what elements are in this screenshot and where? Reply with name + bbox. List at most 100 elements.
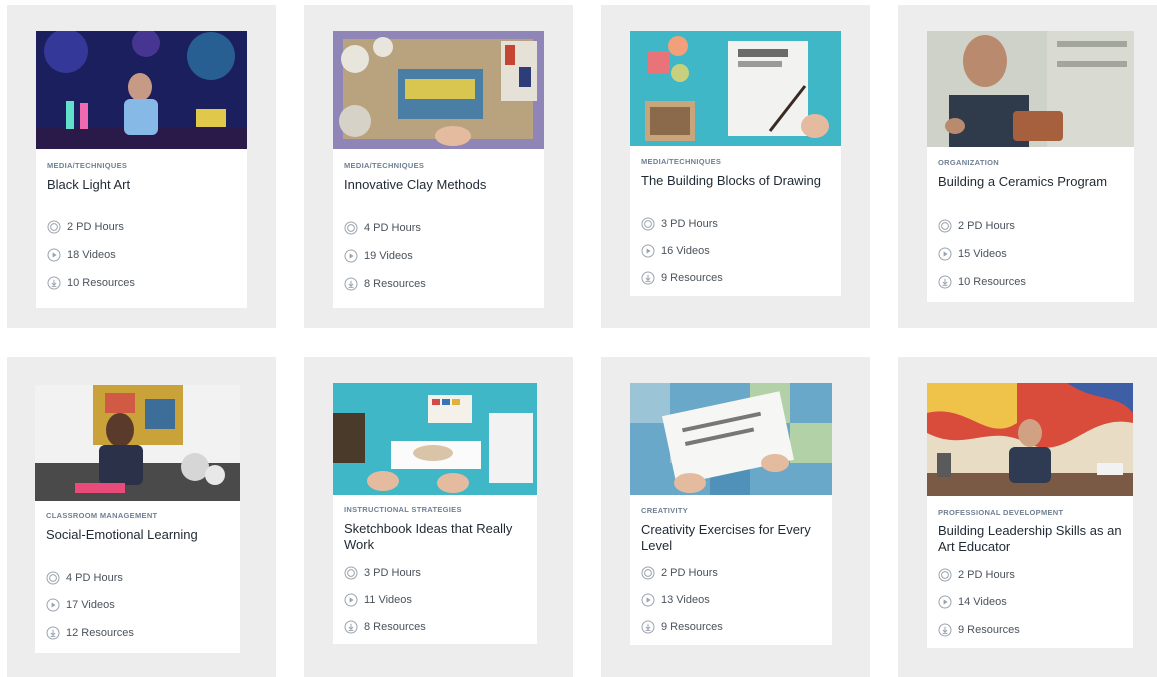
play-icon xyxy=(344,593,358,607)
video-count-label: 18 Videos xyxy=(67,249,116,261)
video-count-label: 15 Videos xyxy=(958,248,1007,260)
play-icon xyxy=(938,595,952,609)
course-thumbnail[interactable] xyxy=(333,31,544,149)
course-title[interactable]: Creativity Exercises for Every Level xyxy=(641,522,833,554)
course-card[interactable]: MEDIA/TECHNIQUES Innovative Clay Methods… xyxy=(333,31,544,308)
resource-count-label: 8 Resources xyxy=(364,621,426,633)
pd-hours-label: 4 PD Hours xyxy=(364,222,421,234)
pd-hours-label: 3 PD Hours xyxy=(364,567,421,579)
course-card[interactable]: CLASSROOM MANAGEMENT Social-Emotional Le… xyxy=(35,385,240,653)
resource-count-label: 8 Resources xyxy=(364,278,426,290)
course-thumbnail[interactable] xyxy=(333,383,537,495)
resource-count: 9 Resources xyxy=(938,623,1020,637)
course-category: MEDIA/TECHNIQUES xyxy=(344,161,425,170)
play-icon xyxy=(46,598,60,612)
pd-hours: 2 PD Hours xyxy=(47,220,124,234)
course-tile: CREATIVITY Creativity Exercises for Ever… xyxy=(601,357,870,677)
course-card[interactable]: MEDIA/TECHNIQUES Black Light Art 2 PD Ho… xyxy=(36,31,247,308)
badge-icon xyxy=(938,568,952,582)
pd-hours-label: 2 PD Hours xyxy=(661,567,718,579)
video-count-label: 16 Videos xyxy=(661,245,710,257)
resource-count: 8 Resources xyxy=(344,277,426,291)
play-icon xyxy=(938,247,952,261)
resource-count-label: 12 Resources xyxy=(66,627,134,639)
pd-hours: 4 PD Hours xyxy=(46,571,123,585)
course-card[interactable]: INSTRUCTIONAL STRATEGIES Sketchbook Idea… xyxy=(333,383,537,644)
course-title[interactable]: Black Light Art xyxy=(47,177,239,193)
course-category: MEDIA/TECHNIQUES xyxy=(641,157,722,166)
video-count-label: 19 Videos xyxy=(364,250,413,262)
play-icon xyxy=(47,248,61,262)
course-tile: PROFESSIONAL DEVELOPMENT Building Leader… xyxy=(898,357,1157,677)
pd-hours: 4 PD Hours xyxy=(344,221,421,235)
download-icon xyxy=(46,626,60,640)
course-title[interactable]: Innovative Clay Methods xyxy=(344,177,536,193)
course-tile: INSTRUCTIONAL STRATEGIES Sketchbook Idea… xyxy=(304,357,573,677)
course-thumbnail[interactable] xyxy=(35,385,240,501)
course-card[interactable]: MEDIA/TECHNIQUES The Building Blocks of … xyxy=(630,31,841,296)
download-icon xyxy=(344,277,358,291)
download-icon xyxy=(938,275,952,289)
pd-hours-label: 3 PD Hours xyxy=(661,218,718,230)
course-thumbnail[interactable] xyxy=(630,383,832,495)
download-icon xyxy=(641,271,655,285)
download-icon xyxy=(47,276,61,290)
course-title[interactable]: Building Leadership Skills as an Art Edu… xyxy=(938,523,1130,555)
pd-hours-label: 2 PD Hours xyxy=(958,569,1015,581)
course-card[interactable]: CREATIVITY Creativity Exercises for Ever… xyxy=(630,383,832,645)
course-category: INSTRUCTIONAL STRATEGIES xyxy=(344,505,462,514)
course-title[interactable]: The Building Blocks of Drawing xyxy=(641,173,833,189)
course-thumbnail[interactable] xyxy=(36,31,247,149)
course-tile: ORGANIZATION Building a Ceramics Program… xyxy=(898,5,1157,328)
video-count-label: 17 Videos xyxy=(66,599,115,611)
resource-count-label: 9 Resources xyxy=(661,272,723,284)
video-count-label: 14 Videos xyxy=(958,596,1007,608)
badge-icon xyxy=(641,566,655,580)
course-tile: MEDIA/TECHNIQUES Black Light Art 2 PD Ho… xyxy=(7,5,276,328)
course-category: ORGANIZATION xyxy=(938,158,999,167)
resource-count: 8 Resources xyxy=(344,620,426,634)
course-title[interactable]: Sketchbook Ideas that Really Work xyxy=(344,521,536,553)
course-thumbnail[interactable] xyxy=(927,383,1133,496)
video-count: 14 Videos xyxy=(938,595,1007,609)
video-count: 18 Videos xyxy=(47,248,116,262)
play-icon xyxy=(641,244,655,258)
resource-count: 10 Resources xyxy=(938,275,1026,289)
video-count: 11 Videos xyxy=(344,593,412,607)
pd-hours-label: 2 PD Hours xyxy=(958,220,1015,232)
pd-hours: 2 PD Hours xyxy=(938,568,1015,582)
course-tile: MEDIA/TECHNIQUES Innovative Clay Methods… xyxy=(304,5,573,328)
pd-hours: 3 PD Hours xyxy=(344,566,421,580)
play-icon xyxy=(344,249,358,263)
resource-count: 9 Resources xyxy=(641,271,723,285)
course-card[interactable]: PROFESSIONAL DEVELOPMENT Building Leader… xyxy=(927,383,1133,648)
course-tile: MEDIA/TECHNIQUES The Building Blocks of … xyxy=(601,5,870,328)
badge-icon xyxy=(46,571,60,585)
course-title[interactable]: Building a Ceramics Program xyxy=(938,174,1130,190)
course-category: CLASSROOM MANAGEMENT xyxy=(46,511,158,520)
video-count: 16 Videos xyxy=(641,244,710,258)
resource-count: 9 Resources xyxy=(641,620,723,634)
video-count: 15 Videos xyxy=(938,247,1007,261)
resource-count-label: 9 Resources xyxy=(958,624,1020,636)
download-icon xyxy=(344,620,358,634)
play-icon xyxy=(641,593,655,607)
badge-icon xyxy=(641,217,655,231)
course-category: PROFESSIONAL DEVELOPMENT xyxy=(938,508,1064,517)
course-card[interactable]: ORGANIZATION Building a Ceramics Program… xyxy=(927,31,1134,302)
course-thumbnail[interactable] xyxy=(630,31,841,146)
video-count-label: 13 Videos xyxy=(661,594,710,606)
course-thumbnail[interactable] xyxy=(927,31,1134,147)
course-category: MEDIA/TECHNIQUES xyxy=(47,161,128,170)
course-category: CREATIVITY xyxy=(641,506,689,515)
video-count: 17 Videos xyxy=(46,598,115,612)
pd-hours-label: 2 PD Hours xyxy=(67,221,124,233)
pd-hours: 3 PD Hours xyxy=(641,217,718,231)
resource-count-label: 10 Resources xyxy=(958,276,1026,288)
video-count-label: 11 Videos xyxy=(364,594,412,606)
course-title[interactable]: Social-Emotional Learning xyxy=(46,527,238,543)
badge-icon xyxy=(344,221,358,235)
pd-hours-label: 4 PD Hours xyxy=(66,572,123,584)
course-tile: CLASSROOM MANAGEMENT Social-Emotional Le… xyxy=(7,357,276,677)
badge-icon xyxy=(938,219,952,233)
